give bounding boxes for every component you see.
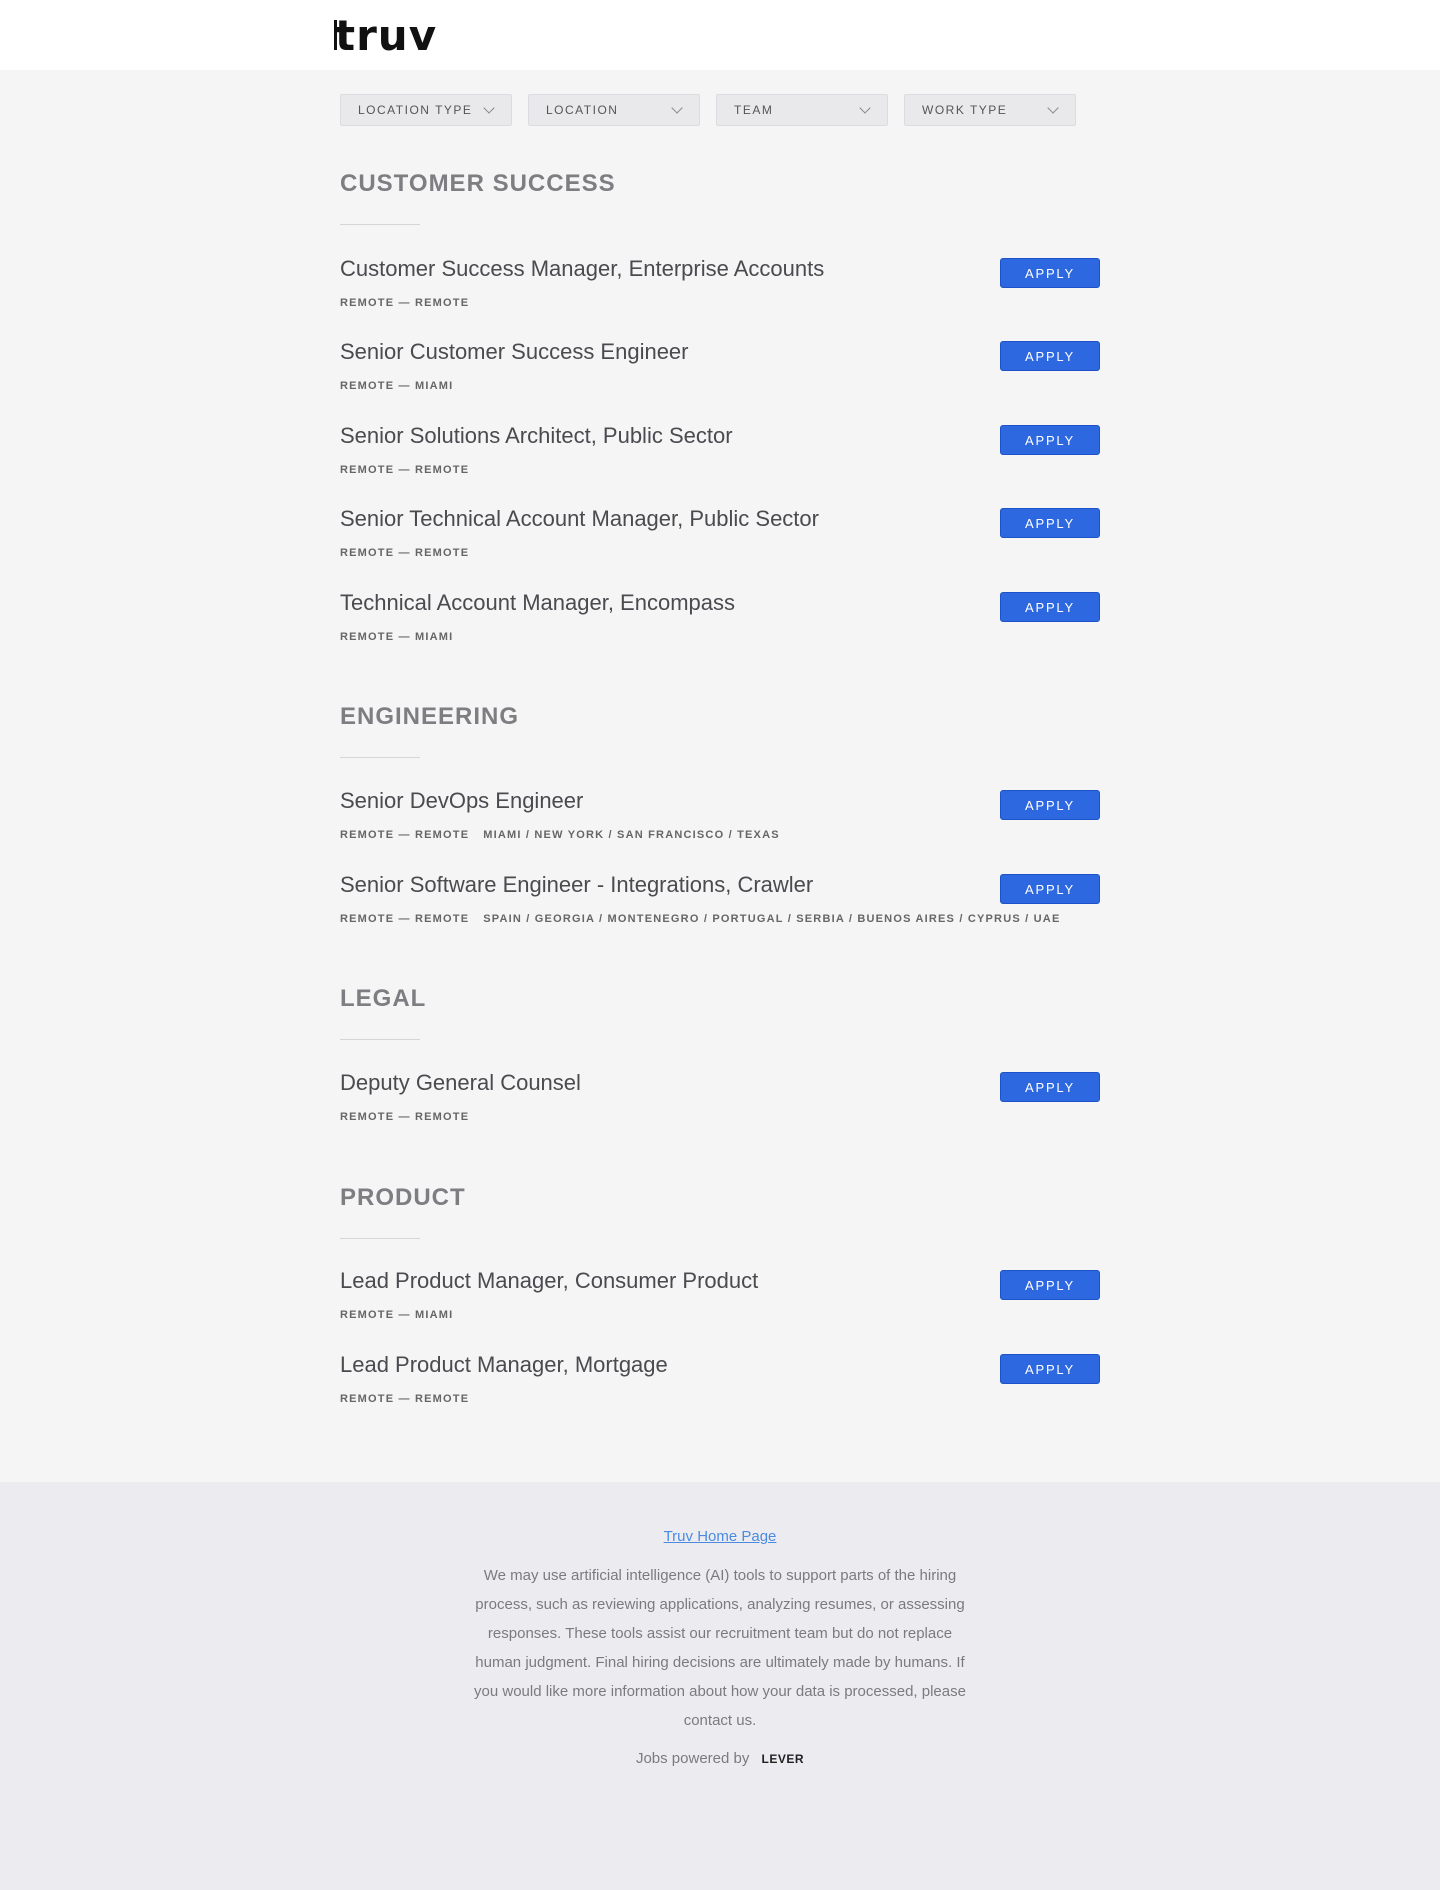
apply-button[interactable]: APPLY — [1000, 1270, 1100, 1300]
logo-text: truv — [335, 11, 438, 60]
posting-location: REMOTE — REMOTE MIAMI / NEW YORK / SAN FR… — [340, 829, 780, 841]
apply-button[interactable]: APPLY — [1000, 874, 1100, 904]
posting-title[interactable]: Technical Account Manager, Encompass — [340, 590, 735, 616]
posting-meta-text: REMOTE — MIAMI — [340, 631, 454, 643]
site-header: truv — [0, 0, 1440, 70]
apply-button[interactable]: APPLY — [1000, 1072, 1100, 1102]
filter-location[interactable]: LOCATION — [528, 94, 700, 126]
posting-location: REMOTE — REMOTE — [340, 297, 469, 309]
apply-button[interactable]: APPLY — [1000, 592, 1100, 622]
posting-meta-text: REMOTE — REMOTE — [340, 1111, 470, 1123]
filter-label: WORK TYPE — [922, 103, 1008, 117]
filter-label: LOCATION TYPE — [358, 103, 473, 117]
powered-by: Jobs powered by LEVER — [0, 1750, 1440, 1767]
posting-meta-text: REMOTE — REMOTE — [340, 547, 470, 559]
posting-title[interactable]: Senior Customer Success Engineer — [340, 339, 689, 365]
posting-item: Technical Account Manager, Encompass REM… — [340, 590, 1100, 650]
posting-location: REMOTE — MIAMI — [340, 631, 453, 643]
group-product: PRODUCT — [340, 1184, 1100, 1239]
apply-button[interactable]: APPLY — [1000, 1354, 1100, 1384]
posting-meta-text: REMOTE — REMOTE — [340, 1393, 470, 1405]
posting-title[interactable]: Lead Product Manager, Consumer Product — [340, 1268, 758, 1294]
group-legal: LEGAL — [340, 985, 1100, 1040]
posting-title[interactable]: Customer Success Manager, Enterprise Acc… — [340, 256, 824, 282]
group-divider — [340, 224, 420, 225]
posting-extra-locations: MIAMI / NEW YORK / SAN FRANCISCO / TEXAS — [483, 829, 780, 841]
group-engineering: ENGINEERING — [340, 703, 1100, 758]
logo-cursor-bar — [334, 20, 337, 50]
filter-work-type[interactable]: WORK TYPE — [904, 94, 1076, 126]
posting-meta-text: REMOTE — REMOTE — [340, 297, 470, 309]
filter-label: LOCATION — [546, 103, 619, 117]
apply-button[interactable]: APPLY — [1000, 508, 1100, 538]
posting-title[interactable]: Lead Product Manager, Mortgage — [340, 1352, 668, 1378]
filter-location-type[interactable]: LOCATION TYPE — [340, 94, 512, 126]
posting-item: Senior Software Engineer - Integrations,… — [340, 872, 1100, 932]
chevron-down-icon — [671, 102, 683, 114]
posting-title[interactable]: Senior DevOps Engineer — [340, 788, 583, 814]
truv-logo[interactable]: truv — [334, 11, 438, 60]
posting-extra-locations: SPAIN / GEORGIA / MONTENEGRO / PORTUGAL … — [483, 913, 1061, 925]
group-divider — [340, 757, 420, 758]
posting-title[interactable]: Senior Software Engineer - Integrations,… — [340, 872, 813, 898]
posting-location: REMOTE — REMOTE SPAIN / GEORGIA / MONTENE… — [340, 913, 1060, 925]
posting-meta-text: REMOTE — MIAMI — [340, 380, 454, 392]
group-title: LEGAL — [340, 985, 427, 1012]
posting-location: REMOTE — REMOTE — [340, 547, 469, 559]
apply-button[interactable]: APPLY — [1000, 790, 1100, 820]
posting-meta-text: REMOTE — REMOTE — [340, 913, 470, 925]
home-page-link[interactable]: Truv Home Page — [0, 1528, 1440, 1545]
chevron-down-icon — [859, 102, 871, 114]
posting-location: REMOTE — REMOTE — [340, 1111, 469, 1123]
posting-item: Senior Customer Success Engineer REMOTE … — [340, 339, 1100, 399]
posting-location: REMOTE — MIAMI — [340, 1309, 453, 1321]
group-divider — [340, 1039, 420, 1040]
posting-meta-text: REMOTE — REMOTE — [340, 829, 470, 841]
lever-logo[interactable]: LEVER — [762, 1752, 805, 1766]
group-title: CUSTOMER SUCCESS — [340, 170, 616, 197]
posting-location: REMOTE — MIAMI — [340, 380, 453, 392]
posting-item: Senior Technical Account Manager, Public… — [340, 506, 1100, 566]
posting-title[interactable]: Senior Solutions Architect, Public Secto… — [340, 423, 733, 449]
posting-item: Customer Success Manager, Enterprise Acc… — [340, 256, 1100, 316]
posting-title[interactable]: Senior Technical Account Manager, Public… — [340, 506, 819, 532]
apply-button[interactable]: APPLY — [1000, 341, 1100, 371]
apply-button[interactable]: APPLY — [1000, 425, 1100, 455]
group-title: ENGINEERING — [340, 703, 520, 730]
posting-location: REMOTE — REMOTE — [340, 464, 469, 476]
filter-team[interactable]: TEAM — [716, 94, 888, 126]
apply-button[interactable]: APPLY — [1000, 258, 1100, 288]
posting-item: Senior DevOps Engineer REMOTE — REMOTE MI… — [340, 788, 1100, 848]
powered-by-text: Jobs powered by — [635, 1750, 750, 1767]
posting-meta-text: REMOTE — MIAMI — [340, 1309, 454, 1321]
chevron-down-icon — [1047, 102, 1059, 114]
posting-item: Senior Solutions Architect, Public Secto… — [340, 423, 1100, 483]
posting-meta-text: REMOTE — REMOTE — [340, 464, 470, 476]
group-divider — [340, 1238, 420, 1239]
group-title: PRODUCT — [340, 1184, 466, 1211]
ai-notice-text: We may use artificial intelligence (AI) … — [474, 1567, 966, 1729]
posting-item: Lead Product Manager, Consumer Product R… — [340, 1268, 1100, 1328]
filter-bar: LOCATION TYPE LOCATION TEAM WORK TYPE — [340, 94, 1076, 126]
posting-title[interactable]: Deputy General Counsel — [340, 1070, 581, 1096]
site-footer: Truv Home Page We may use artificial int… — [0, 1482, 1440, 1890]
filter-label: TEAM — [734, 103, 774, 117]
posting-item: Lead Product Manager, Mortgage REMOTE — … — [340, 1352, 1100, 1412]
chevron-down-icon — [483, 102, 495, 114]
posting-item: Deputy General Counsel REMOTE — REMOTE A… — [340, 1070, 1100, 1130]
posting-location: REMOTE — REMOTE — [340, 1393, 469, 1405]
group-customer-success: CUSTOMER SUCCESS — [340, 170, 1100, 225]
